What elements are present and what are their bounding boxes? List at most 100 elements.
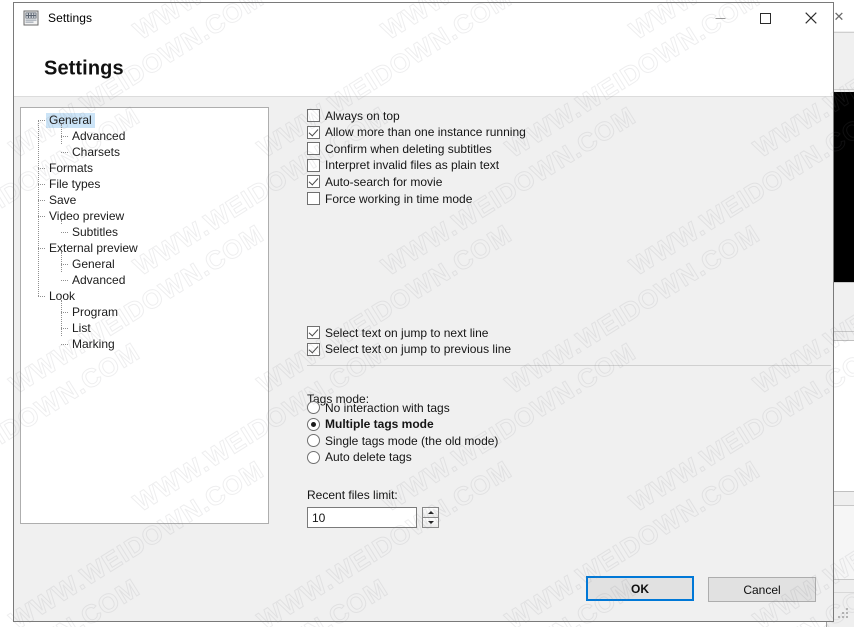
tree-item-subtitles[interactable]: Subtitles	[21, 224, 268, 240]
checkbox-icon[interactable]	[307, 158, 320, 172]
radio-icon[interactable]	[307, 434, 320, 448]
checkbox-label: Force working in time mode	[325, 191, 473, 206]
tree-item-label: Subtitles	[72, 224, 119, 239]
radio-label: Single tags mode (the old mode)	[325, 433, 499, 448]
tree-item-file-types[interactable]: File types	[21, 176, 268, 192]
settings-tree[interactable]: General Advanced Charsets Formats File types…	[20, 107, 269, 524]
radio-icon[interactable]	[307, 401, 320, 414]
checkbox-icon[interactable]	[307, 109, 320, 122]
radio-label: No interaction with tags	[325, 400, 450, 415]
tree-connector	[38, 200, 45, 201]
tree-connector	[61, 152, 68, 153]
checkbox-general-5[interactable]: Force working in time mode	[307, 191, 472, 206]
recent-files-limit-stepper[interactable]	[307, 507, 439, 528]
tree-item-label: Save	[49, 192, 77, 207]
tree-item-save[interactable]: Save	[21, 192, 268, 208]
resize-grip-icon[interactable]	[838, 608, 850, 620]
tree-item-label: General	[72, 256, 115, 271]
recent-files-limit-label: Recent files limit:	[307, 488, 398, 502]
checkbox-selection-0[interactable]: Select text on jump to next line	[307, 325, 488, 340]
checkbox-general-4[interactable]: Auto-search for movie	[307, 174, 442, 189]
checkbox-general-2[interactable]: Confirm when deleting subtitles	[307, 141, 492, 156]
checkbox-label: Confirm when deleting subtitles	[325, 141, 492, 156]
cancel-button[interactable]: Cancel	[708, 577, 816, 602]
checkbox-checked-icon[interactable]	[307, 125, 320, 139]
page-title: Settings	[44, 57, 124, 80]
spinner-down-icon[interactable]	[422, 517, 439, 528]
radio-tags-mode-0[interactable]: No interaction with tags	[307, 400, 450, 415]
section-divider	[307, 365, 831, 366]
general-settings-panel: Always on top Allow more than one instanc…	[294, 97, 833, 621]
background-panel-bottom	[832, 505, 854, 580]
tree-item-formats[interactable]: Formats	[21, 160, 268, 176]
dialog-body: General Advanced Charsets Formats File types…	[14, 97, 833, 621]
settings-dialog: Settings Settings Modify the program con…	[13, 2, 834, 622]
checkbox-icon[interactable]	[307, 142, 320, 156]
maximize-icon[interactable]	[743, 3, 788, 33]
close-icon[interactable]	[788, 3, 833, 33]
minimize-icon[interactable]	[698, 3, 743, 33]
tree-item-label: Look	[49, 288, 76, 303]
tree-item-external-preview[interactable]: External preview	[21, 240, 268, 256]
tree-connector	[61, 300, 62, 336]
tree-item-list[interactable]: List	[21, 320, 268, 336]
radio-tags-mode-1[interactable]: Multiple tags mode	[307, 417, 434, 432]
checkbox-general-3[interactable]: Interpret invalid files as plain text	[307, 158, 499, 173]
radio-icon[interactable]	[307, 450, 320, 464]
spinner-up-icon[interactable]	[422, 507, 439, 517]
checkbox-label: Auto-search for movie	[325, 174, 443, 189]
checkbox-checked-icon[interactable]	[307, 342, 320, 356]
tree-item-general[interactable]: General	[21, 256, 268, 272]
checkbox-selection-1[interactable]: Select text on jump to previous line	[307, 342, 511, 357]
tree-connector	[61, 312, 68, 313]
tree-connector	[61, 124, 62, 144]
radio-selected-icon[interactable]	[307, 417, 320, 431]
tree-connector	[61, 344, 68, 345]
tree-item-label: Advanced	[72, 128, 126, 143]
tree-item-marking[interactable]: Marking	[21, 336, 268, 352]
tree-connector	[38, 120, 39, 296]
background-video-area	[833, 92, 854, 282]
tree-item-look[interactable]: Look	[21, 288, 268, 304]
radio-label: Multiple tags mode	[325, 417, 434, 432]
dialog-titlebar[interactable]: Settings	[14, 3, 833, 33]
settings-app-icon	[23, 10, 39, 26]
tree-item-label: General	[46, 112, 95, 128]
checkbox-label: Select text on jump to previous line	[325, 342, 512, 357]
tree-connector	[61, 328, 68, 329]
tree-item-label: Formats	[49, 160, 94, 175]
tree-connector	[38, 248, 45, 249]
tree-item-advanced[interactable]: Advanced	[21, 128, 268, 144]
tree-item-video-preview[interactable]: Video preview	[21, 208, 268, 224]
tree-connector	[38, 184, 45, 185]
checkbox-label: Interpret invalid files as plain text	[325, 158, 500, 173]
tree-item-general[interactable]: General	[21, 112, 268, 128]
tree-item-label: Program	[72, 304, 119, 319]
tree-item-charsets[interactable]: Charsets	[21, 144, 268, 160]
tree-item-label: File types	[49, 176, 101, 191]
radio-tags-mode-2[interactable]: Single tags mode (the old mode)	[307, 433, 498, 448]
dialog-title: Settings	[48, 11, 93, 25]
tree-connector	[61, 232, 68, 233]
recent-files-limit-input[interactable]	[307, 507, 417, 528]
checkbox-label: Select text on jump to next line	[325, 325, 489, 340]
ok-button[interactable]: OK	[586, 576, 694, 601]
tree-connector	[61, 280, 68, 281]
checkbox-label: Always on top	[325, 108, 400, 123]
settings-tree-list: General Advanced Charsets Formats File types…	[21, 108, 268, 352]
checkbox-general-1[interactable]: Allow more than one instance running	[307, 125, 526, 140]
tree-item-advanced[interactable]: Advanced	[21, 272, 268, 288]
checkbox-checked-icon[interactable]	[307, 326, 320, 339]
tree-connector	[61, 220, 62, 224]
window-controls	[698, 3, 833, 33]
radio-tags-mode-3[interactable]: Auto delete tags	[307, 450, 412, 465]
tree-connector	[38, 216, 45, 217]
tree-item-label: List	[72, 320, 91, 335]
checkbox-icon[interactable]	[307, 192, 320, 205]
tree-item-label: Video preview	[49, 208, 125, 223]
background-panel-mid	[831, 282, 854, 332]
checkbox-general-0[interactable]: Always on top	[307, 108, 400, 123]
radio-label: Auto delete tags	[325, 450, 412, 465]
tree-item-program[interactable]: Program	[21, 304, 268, 320]
checkbox-checked-icon[interactable]	[307, 175, 320, 189]
